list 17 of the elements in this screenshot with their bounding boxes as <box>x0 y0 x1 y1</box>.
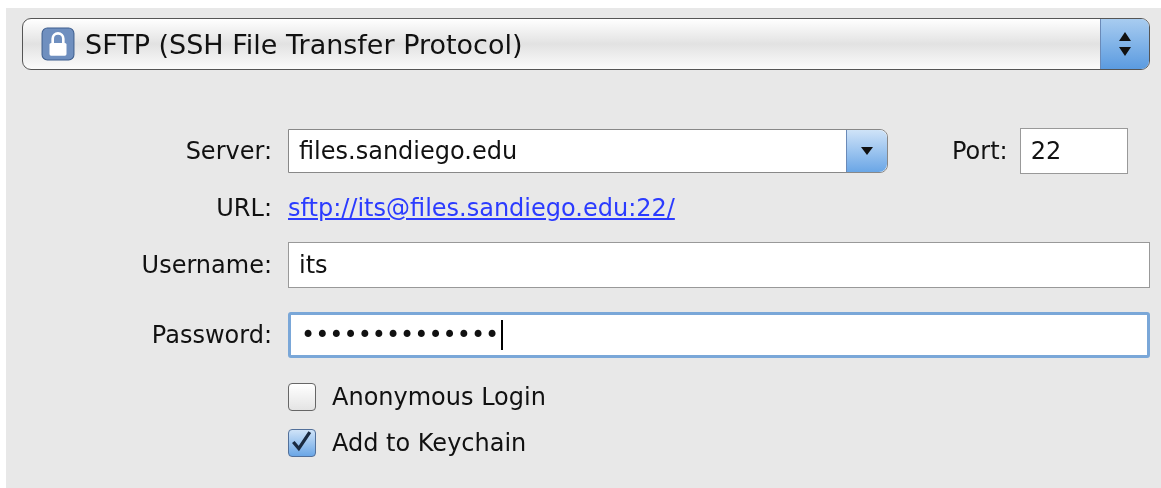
port-field[interactable]: 22 <box>1019 128 1128 174</box>
lock-icon <box>41 27 75 61</box>
checkbox[interactable] <box>288 429 316 457</box>
password-field[interactable]: •••••••••••••• <box>288 312 1150 358</box>
protocol-dropdown[interactable]: SFTP (SSH File Transfer Protocol) <box>22 18 1150 70</box>
username-field[interactable]: its <box>288 242 1150 288</box>
url-label: URL: <box>215 194 272 222</box>
checkbox[interactable] <box>288 383 316 411</box>
stepper-icon <box>1100 19 1149 69</box>
server-combo-box[interactable]: files.sandiego.edu <box>288 129 888 173</box>
server-label: Server: <box>184 137 272 165</box>
username-label: Username: <box>140 251 272 279</box>
checkbox-option[interactable]: Anonymous Login <box>288 374 546 420</box>
checkbox-option[interactable]: Add to Keychain <box>288 420 527 466</box>
password-label: Password: <box>150 321 272 349</box>
url-link[interactable]: sftp://its@files.sandiego.edu:22/ <box>288 194 675 222</box>
port-label: Port: <box>952 137 1008 165</box>
